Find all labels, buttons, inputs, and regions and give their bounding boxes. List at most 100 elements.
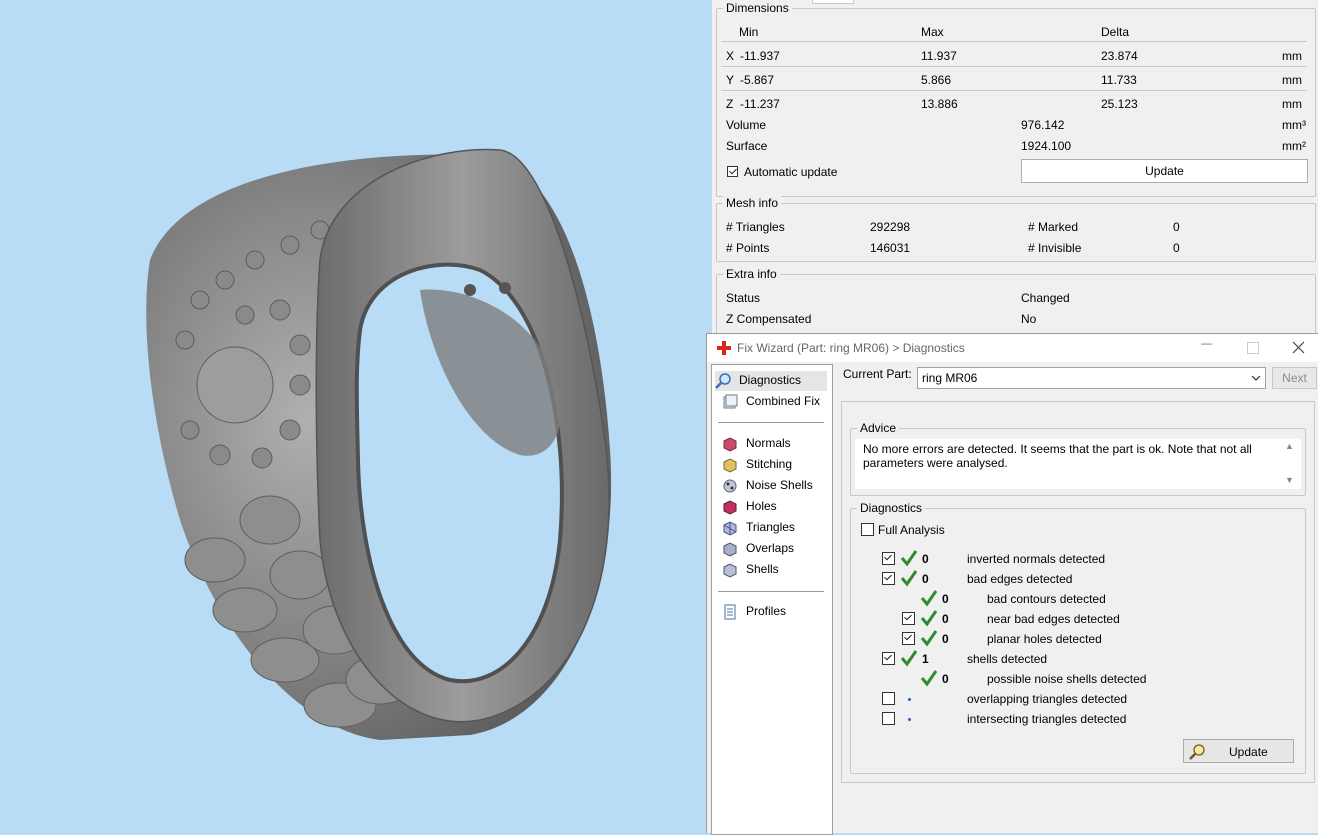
z-unit: mm	[1282, 97, 1302, 111]
properties-panel: Dimensions Min Max Delta X -11.937 11.93…	[712, 0, 1318, 346]
diag-check-bad-edges[interactable]	[882, 572, 895, 585]
diag-count: 1	[922, 652, 929, 666]
wizard-nav: Diagnostics Combined Fix Normals Stitchi…	[711, 364, 833, 835]
noise-shells-icon	[723, 479, 737, 493]
close-icon[interactable]	[1292, 341, 1305, 354]
diag-label: near bad edges detected	[987, 612, 1120, 626]
pending-dot-icon	[908, 718, 911, 721]
diag-check-near-bad-edges[interactable]	[902, 612, 915, 625]
diagnostics-update-label: Update	[1229, 745, 1268, 759]
wizard-content: Advice No more errors are detected. It s…	[841, 401, 1315, 783]
next-button[interactable]: Next	[1272, 367, 1317, 389]
green-check-icon	[920, 670, 938, 687]
dimensions-update-button[interactable]: Update	[1021, 159, 1308, 183]
diag-label: overlapping triangles detected	[967, 692, 1128, 706]
header-delta: Delta	[1101, 25, 1130, 39]
green-check-icon	[900, 570, 918, 587]
scroll-down-icon[interactable]: ▼	[1285, 475, 1294, 485]
dimensions-title: Dimensions	[723, 1, 792, 15]
ring-model	[146, 148, 612, 741]
advice-text: No more errors are detected. It seems th…	[863, 442, 1252, 470]
diag-label: bad edges detected	[967, 572, 1073, 586]
nav-triangles-label: Triangles	[746, 520, 795, 534]
diagnostics-update-button[interactable]: Update	[1183, 739, 1294, 763]
volume-unit: mm³	[1282, 118, 1306, 132]
green-check-icon	[900, 650, 918, 667]
header-max: Max	[921, 25, 944, 39]
y-max: 5.866	[921, 73, 952, 87]
diag-count: 0	[942, 592, 949, 606]
dimensions-group: Dimensions Min Max Delta X -11.937 11.93…	[716, 1, 1316, 197]
volume-value: 976.142	[1021, 118, 1065, 132]
y-delta: 11.733	[1101, 73, 1137, 87]
nav-shells-label: Shells	[746, 562, 779, 576]
diag-check-overlapping[interactable]	[882, 692, 895, 705]
y-unit: mm	[1282, 73, 1302, 87]
scroll-up-icon[interactable]: ▲	[1285, 441, 1294, 451]
tab-strip	[812, 0, 854, 4]
x-min: -11.937	[740, 49, 780, 63]
diag-label: shells detected	[967, 652, 1048, 666]
diagnostics-title: Diagnostics	[857, 501, 926, 515]
normals-icon	[723, 437, 737, 452]
z-compensated-value: No	[1021, 312, 1037, 326]
volume-label: Volume	[726, 118, 767, 132]
header-min: Min	[739, 25, 759, 39]
current-part-select[interactable]: ring MR06	[917, 367, 1266, 389]
nav-diagnostics[interactable]: Diagnostics	[715, 371, 827, 391]
x-delta: 23.874	[1101, 49, 1138, 63]
automatic-update-checkbox[interactable]	[727, 166, 738, 177]
triangles-value: 292298	[870, 220, 911, 234]
surface-value: 1924.100	[1021, 139, 1072, 153]
magnifier-icon	[1189, 744, 1205, 760]
advice-title: Advice	[857, 421, 900, 435]
diag-check-planar-holes[interactable]	[902, 632, 915, 645]
overlaps-icon	[723, 542, 737, 557]
surface-label: Surface	[726, 139, 768, 153]
pending-dot-icon	[908, 698, 911, 701]
diag-label: inverted normals detected	[967, 552, 1106, 566]
diagnostics-group: Diagnostics Full Analysis 0 inverted nor…	[850, 501, 1306, 774]
extra-info-title: Extra info	[723, 267, 780, 281]
diag-check-shells[interactable]	[882, 652, 895, 665]
mesh-info-title: Mesh info	[723, 196, 782, 210]
diag-count: 0	[922, 552, 929, 566]
points-value: 146031	[870, 241, 911, 255]
marked-value: 0	[1173, 220, 1180, 234]
nav-diagnostics-label: Diagnostics	[739, 373, 802, 387]
z-min: -11.237	[740, 97, 780, 111]
full-analysis-checkbox[interactable]	[861, 523, 874, 536]
marked-label: # Marked	[1028, 220, 1079, 234]
z-delta: 25.123	[1101, 97, 1138, 111]
green-check-icon	[920, 630, 938, 647]
maximize-icon[interactable]	[1247, 342, 1259, 354]
status-value: Changed	[1021, 291, 1070, 305]
minimize-icon[interactable]: ─	[1201, 336, 1212, 354]
diag-check-inverted-normals[interactable]	[882, 552, 895, 565]
3d-viewport[interactable]	[0, 0, 712, 832]
full-analysis-label: Full Analysis	[878, 523, 945, 537]
nav-holes-label: Holes	[746, 499, 777, 513]
nav-profiles-label: Profiles	[746, 604, 787, 618]
current-part-label: Current Part:	[843, 367, 912, 381]
holes-icon	[723, 500, 737, 515]
chevron-down-icon	[1251, 375, 1261, 381]
z-max: 13.886	[921, 97, 958, 111]
nav-combined-fix-label: Combined Fix	[746, 394, 821, 408]
invisible-value: 0	[1173, 241, 1180, 255]
diag-label: intersecting triangles detected	[967, 712, 1127, 726]
diag-count: 0	[922, 572, 929, 586]
magnifier-icon	[715, 373, 731, 389]
wizard-titlebar[interactable]: Fix Wizard (Part: ring MR06) > Diagnosti…	[707, 334, 1318, 362]
profiles-icon	[724, 604, 736, 620]
surface-unit: mm²	[1282, 139, 1306, 153]
advice-group: Advice No more errors are detected. It s…	[850, 421, 1306, 496]
diag-check-intersecting[interactable]	[882, 712, 895, 725]
wizard-title: Fix Wizard (Part: ring MR06) > Diagnosti…	[737, 341, 965, 355]
fix-wizard-dialog: Fix Wizard (Part: ring MR06) > Diagnosti…	[706, 333, 1318, 835]
current-part-value: ring MR06	[922, 371, 978, 385]
mesh-info-group: Mesh info # Triangles 292298 # Marked 0 …	[716, 196, 1316, 262]
wizard-app-icon	[717, 341, 731, 355]
diag-count: 0	[942, 672, 949, 686]
diag-label: bad contours detected	[987, 592, 1106, 606]
